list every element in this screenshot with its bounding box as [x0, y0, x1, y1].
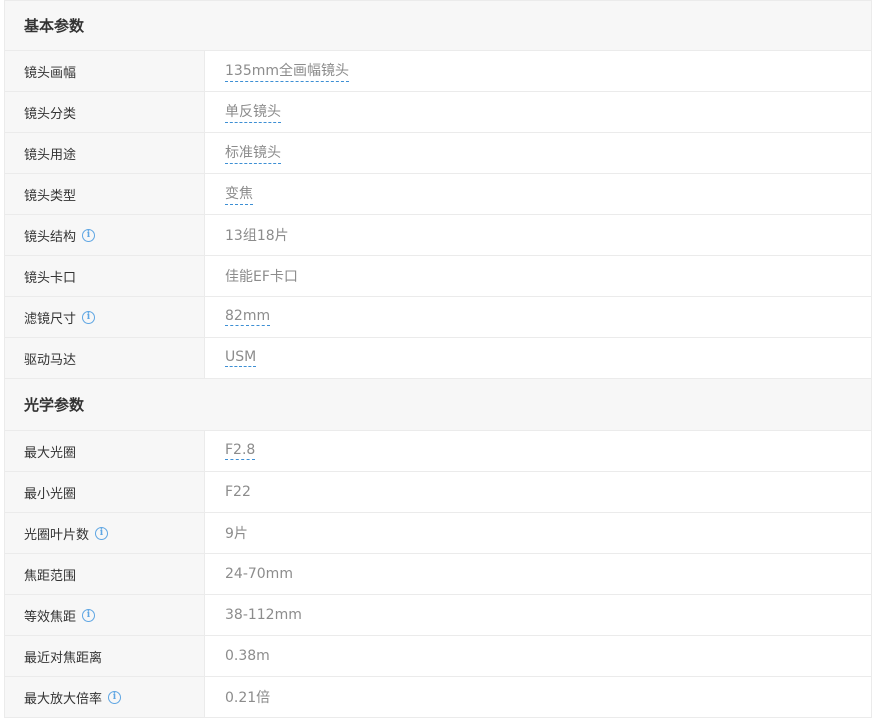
row-label: 镜头用途	[5, 133, 205, 173]
table-row: 镜头卡口 佳能EF卡口	[5, 256, 871, 297]
row-label: 镜头结构 i	[5, 215, 205, 255]
row-label: 最近对焦距离	[5, 636, 205, 676]
row-label: 滤镜尺寸 i	[5, 297, 205, 337]
row-value: USM	[205, 338, 871, 378]
info-icon[interactable]: i	[82, 608, 96, 622]
value-text: 佳能EF卡口	[225, 269, 298, 285]
info-icon[interactable]: i	[82, 228, 96, 242]
info-icon[interactable]: i	[95, 526, 109, 540]
row-value: 佳能EF卡口	[205, 256, 871, 296]
row-value: 38-112mm	[205, 595, 871, 635]
value-link[interactable]: 单反镜头	[225, 101, 281, 123]
section-header-optical: 光学参数	[5, 379, 871, 431]
value-text: 38-112mm	[225, 607, 302, 623]
table-row: 滤镜尺寸 i 82mm	[5, 297, 871, 338]
row-value: 标准镜头	[205, 133, 871, 173]
row-label: 镜头类型	[5, 174, 205, 214]
value-link[interactable]: F2.8	[225, 442, 256, 460]
table-row: 焦距范围 24-70mm	[5, 554, 871, 595]
table-row: 等效焦距 i 38-112mm	[5, 595, 871, 636]
value-link[interactable]: 变焦	[225, 183, 253, 205]
row-label: 最大光圈	[5, 431, 205, 471]
table-row: 光圈叶片数 i 9片	[5, 513, 871, 554]
value-text: F22	[225, 484, 251, 500]
value-text: 0.21倍	[225, 690, 271, 706]
table-row: 最大放大倍率 i 0.21倍	[5, 677, 871, 718]
spec-table: 基本参数 镜头画幅 135mm全画幅镜头 镜头分类 单反镜头 镜头用途 标准镜头…	[4, 0, 872, 718]
section-header-basic: 基本参数	[5, 0, 871, 51]
row-value: 135mm全画幅镜头	[205, 51, 871, 91]
row-value: 0.38m	[205, 636, 871, 676]
table-row: 最近对焦距离 0.38m	[5, 636, 871, 677]
table-row: 镜头分类 单反镜头	[5, 92, 871, 133]
info-icon[interactable]: i	[108, 690, 122, 704]
row-value: F22	[205, 472, 871, 512]
row-value: 82mm	[205, 297, 871, 337]
section-title: 基本参数	[24, 17, 85, 35]
value-link[interactable]: 标准镜头	[225, 142, 281, 164]
row-label: 驱动马达	[5, 338, 205, 378]
row-label: 焦距范围	[5, 554, 205, 594]
table-row: 最小光圈 F22	[5, 472, 871, 513]
info-icon[interactable]: i	[82, 310, 96, 324]
table-row: 镜头类型 变焦	[5, 174, 871, 215]
row-label: 镜头卡口	[5, 256, 205, 296]
table-row: 最大光圈 F2.8	[5, 431, 871, 472]
row-label: 镜头分类	[5, 92, 205, 132]
row-label: 最小光圈	[5, 472, 205, 512]
row-label: 等效焦距 i	[5, 595, 205, 635]
value-text: 9片	[225, 526, 248, 542]
value-text: 13组18片	[225, 228, 289, 244]
table-row: 镜头结构 i 13组18片	[5, 215, 871, 256]
row-value: 24-70mm	[205, 554, 871, 594]
value-text: 0.38m	[225, 648, 270, 664]
row-value: 13组18片	[205, 215, 871, 255]
row-label: 最大放大倍率 i	[5, 677, 205, 717]
row-value: 9片	[205, 513, 871, 553]
value-text: 24-70mm	[225, 566, 293, 582]
row-label: 镜头画幅	[5, 51, 205, 91]
row-value: F2.8	[205, 431, 871, 471]
table-row: 镜头画幅 135mm全画幅镜头	[5, 51, 871, 92]
row-value: 变焦	[205, 174, 871, 214]
row-label: 光圈叶片数 i	[5, 513, 205, 553]
table-row: 驱动马达 USM	[5, 338, 871, 379]
row-value: 0.21倍	[205, 677, 871, 717]
value-link[interactable]: 82mm	[225, 308, 271, 326]
value-link[interactable]: USM	[225, 349, 257, 367]
row-value: 单反镜头	[205, 92, 871, 132]
table-row: 镜头用途 标准镜头	[5, 133, 871, 174]
section-title: 光学参数	[24, 396, 85, 414]
value-link[interactable]: 135mm全画幅镜头	[225, 60, 349, 82]
